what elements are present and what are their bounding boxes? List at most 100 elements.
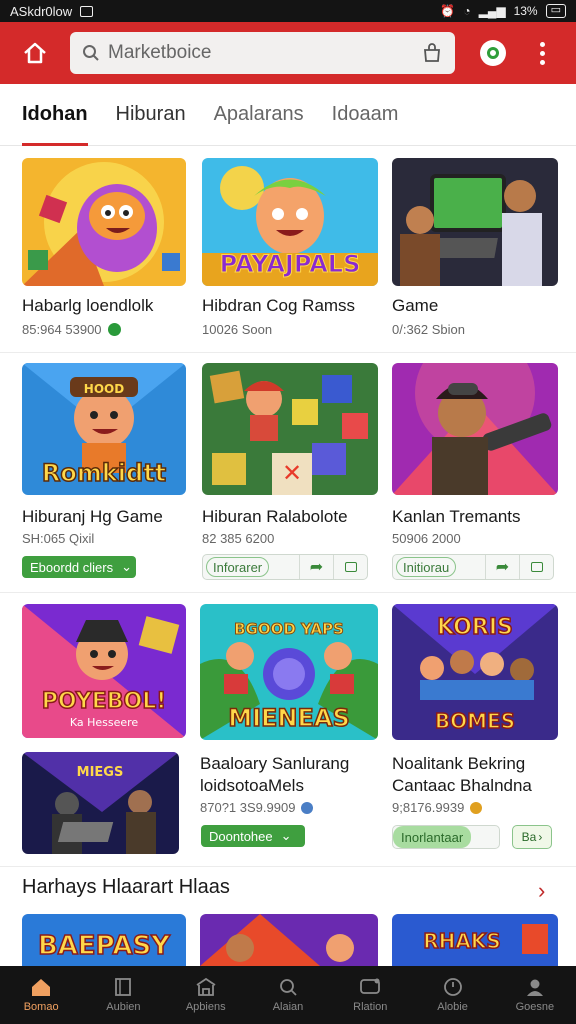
nav-label: Aubien <box>106 1001 141 1013</box>
battery-text: 13% <box>513 4 538 18</box>
tab-idoaam[interactable]: Idoaam <box>332 83 399 146</box>
search-icon <box>83 45 99 61</box>
game-meta: 10026 Soon <box>202 322 273 337</box>
action-dropdown-button[interactable]: Doontohee ⌄ <box>201 825 305 847</box>
nav-item-home[interactable]: Bomao <box>0 966 82 1024</box>
game-thumbnail[interactable]: RHAKS <box>392 914 558 966</box>
game-meta: 0/:362 Sbion <box>392 322 466 337</box>
game-thumbnail[interactable] <box>392 158 558 286</box>
share-arrow-icon: ➦ <box>495 559 510 576</box>
row-divider <box>0 592 576 593</box>
game-title: Kanlan Tremants <box>392 507 521 526</box>
game-title: Hibdran Cog Ramss <box>202 296 356 315</box>
chevron-right-icon[interactable]: › <box>538 878 545 904</box>
game-title: Baaloary Sanlurang <box>200 754 350 773</box>
game-thumbnail[interactable]: PAYAJPALS <box>202 158 378 286</box>
action-controls: Initiorau ➦ <box>392 554 554 580</box>
game-subtitle: loidsotoaMels <box>200 776 304 795</box>
user-icon <box>526 979 543 996</box>
nav-label: Alaian <box>272 1001 304 1013</box>
search-input[interactable] <box>108 42 413 64</box>
square-icon <box>530 562 543 572</box>
game-card[interactable]: BGOOD YAPS MIENEAS Baaloary Sanlurang loi… <box>200 604 378 815</box>
nav-item-search[interactable]: Alaian <box>247 966 329 1024</box>
game-thumbnail[interactable]: BAEPASY <box>22 914 186 966</box>
game-thumbnail[interactable] <box>22 158 186 286</box>
search-bar[interactable] <box>70 32 455 74</box>
row-divider <box>0 352 576 353</box>
game-card[interactable]: PAYAJPALS Hibdran Cog Ramss 10026 Soon <box>202 158 378 337</box>
record-button[interactable] <box>480 40 506 66</box>
action-dropdown-button[interactable]: Eboordd cliers ⌄ <box>22 556 136 578</box>
thumbnail-text: BOMES <box>435 709 515 733</box>
status-bar: ASkdr0low ⏰ ◔ ▂▄▆ 13% ▭ <box>0 0 576 22</box>
share-button[interactable]: ➦ <box>299 555 333 579</box>
game-thumbnail[interactable]: POYEBOL! Ka Hesseere <box>22 604 186 738</box>
globe-icon <box>301 801 314 814</box>
game-thumbnail[interactable]: HOOD Romkidtt <box>22 363 186 495</box>
next-button[interactable]: Ba › <box>512 825 552 849</box>
nav-label: Rlation <box>353 1001 388 1013</box>
coin-icon <box>470 801 483 814</box>
thumbnail-text: POYEBOL! <box>42 689 167 714</box>
home-icon <box>32 979 51 996</box>
nav-item-apps[interactable]: Apbiens <box>165 966 247 1024</box>
record-icon <box>487 47 499 59</box>
alarm-icon: ⏰ <box>440 4 456 18</box>
game-meta: 82 385 6200 <box>202 531 275 546</box>
game-meta-text: 870?1 3S9.9909 <box>200 800 296 815</box>
game-subtitle: Cantaac Bhalndna <box>392 776 532 795</box>
thumbnail-text: HOOD <box>84 382 124 396</box>
chevron-down-icon: ⌄ <box>121 559 133 574</box>
share-button[interactable]: ➦ <box>485 555 519 579</box>
thumbnail-text: Romkidtt <box>42 459 166 487</box>
game-thumbnail[interactable]: KORIS BOMES <box>392 604 558 740</box>
share-arrow-icon: ➦ <box>309 559 324 576</box>
thumbnail-text: PAYAJPALS <box>220 250 361 278</box>
game-meta-text: 85:964 53900 <box>22 322 102 337</box>
nav-label: Apbiens <box>185 1001 226 1013</box>
shopping-bag-icon[interactable] <box>421 42 443 64</box>
nav-item-library[interactable]: Aubien <box>82 966 164 1024</box>
game-title: Noalitank Bekring <box>392 754 526 773</box>
category-tabs: Idohan Hiburan Apalarans Idoaam <box>0 84 576 146</box>
game-thumbnail[interactable]: MIEGS <box>22 752 179 854</box>
nav-item-profile[interactable]: Goesne <box>494 966 576 1024</box>
chevron-right-icon: › <box>538 830 543 844</box>
nav-item-notifications[interactable]: Rlation <box>329 966 411 1024</box>
thumbnail-text: RHAKS <box>423 929 501 953</box>
game-card[interactable]: ✕ Hiburan Ralabolote 82 385 6200 Inforar… <box>202 363 378 580</box>
game-card[interactable]: KORIS BOMES Noalitank Bekring Cantaac Bha… <box>392 604 558 815</box>
home-button[interactable] <box>0 22 70 84</box>
game-thumbnail[interactable]: ✕ <box>202 363 378 495</box>
thumbnail-text: KORIS <box>437 615 513 640</box>
more-menu-button[interactable] <box>532 41 552 65</box>
tab-apalarans[interactable]: Apalarans <box>214 83 304 146</box>
bookmark-button[interactable] <box>333 555 367 579</box>
action-controls: Inorlantaar <box>392 825 500 849</box>
game-thumbnail[interactable]: BGOOD YAPS MIENEAS <box>200 604 378 740</box>
game-card[interactable]: HOOD Romkidtt Hiburanj Hg Game SH:065 Qix… <box>22 363 186 578</box>
notification-icon <box>80 5 94 17</box>
game-meta: 50906 2000 <box>392 531 461 546</box>
game-card[interactable]: Game 0/:362 Sbion <box>392 158 558 337</box>
nav-label: Alobie <box>437 1001 468 1013</box>
info-chip[interactable]: Inforarer <box>206 557 270 577</box>
bookmark-button[interactable] <box>519 555 553 579</box>
info-chip[interactable]: Inorlantaar <box>393 826 472 848</box>
game-title: Game <box>392 296 439 315</box>
game-card[interactable]: Kanlan Tremants 50906 2000 Initiorau ➦ <box>392 363 558 580</box>
clock-icon <box>443 978 462 996</box>
app-bar <box>0 22 576 84</box>
status-left-text: ASkdr0low <box>10 3 73 19</box>
nav-item-activity[interactable]: Alobie <box>411 966 493 1024</box>
action-dropdown-label: Eboordd cliers <box>30 559 114 575</box>
action-controls: Inforarer ➦ <box>202 554 368 580</box>
game-thumbnail[interactable] <box>392 363 558 495</box>
row-divider <box>0 866 576 867</box>
info-chip[interactable]: Initiorau <box>396 557 457 577</box>
game-card[interactable]: Habarlg loendlolk 85:964 53900 <box>22 158 186 337</box>
game-thumbnail[interactable] <box>200 914 378 966</box>
tab-idohan[interactable]: Idohan <box>22 83 88 146</box>
tab-hiburan[interactable]: Hiburan <box>116 83 186 146</box>
